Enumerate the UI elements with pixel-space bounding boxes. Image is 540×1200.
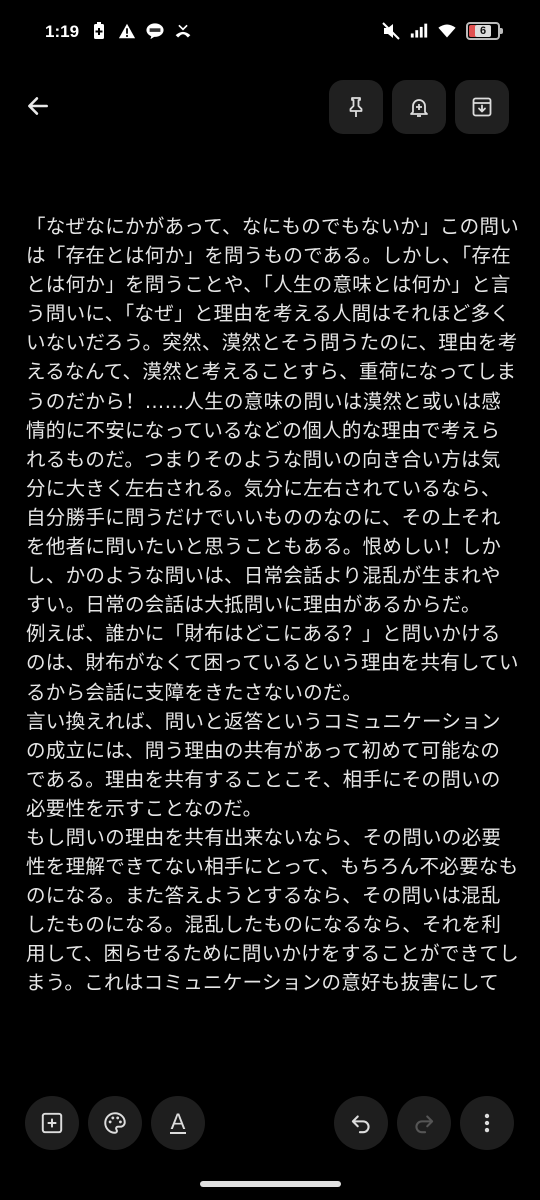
reminder-bell-icon xyxy=(410,99,428,117)
undo-icon xyxy=(351,1115,370,1134)
pin-icon xyxy=(349,97,363,117)
home-gesture-bar[interactable] xyxy=(200,1181,341,1187)
note-body-text[interactable]: 「なぜなにかがあって、なにものでもないか」この問いは「存在とは何か」を問うもので… xyxy=(26,212,520,998)
battery-icon: 6 xyxy=(466,22,503,40)
add-box-icon xyxy=(41,1112,63,1134)
system-icons: 6 xyxy=(382,22,503,40)
wifi-icon xyxy=(438,22,456,40)
text-format-icon: A xyxy=(169,1109,187,1134)
redo-button[interactable] xyxy=(397,1096,451,1150)
missed-call-icon xyxy=(174,22,192,40)
add-content-button[interactable] xyxy=(25,1096,79,1150)
archive-icon xyxy=(472,97,492,117)
warning-icon xyxy=(118,22,136,40)
text-format-button[interactable]: A xyxy=(151,1096,205,1150)
mute-icon xyxy=(382,22,400,40)
redo-icon xyxy=(415,1115,434,1134)
scroll-fade xyxy=(0,1040,540,1090)
battery-level: 6 xyxy=(474,25,492,37)
status-bar: 1:19 6 xyxy=(0,0,540,66)
archive-button[interactable] xyxy=(455,80,509,134)
battery-saver-icon xyxy=(90,22,108,40)
more-options-button[interactable] xyxy=(460,1096,514,1150)
note-body-editor[interactable]: 「なぜなにかがあって、なにものでもないか」この問いは「存在とは何か」を問うもので… xyxy=(26,212,520,1074)
back-arrow-icon xyxy=(28,97,48,115)
more-vert-icon xyxy=(484,1113,490,1133)
reminder-button[interactable] xyxy=(392,80,446,134)
status-time: 1:19 xyxy=(45,22,80,41)
notification-icons xyxy=(90,22,192,40)
cellular-signal-icon xyxy=(410,22,428,40)
line-app-icon xyxy=(146,22,164,40)
undo-button[interactable] xyxy=(334,1096,388,1150)
bottom-toolbar: A xyxy=(0,1092,540,1156)
top-app-bar xyxy=(0,78,540,138)
background-options-button[interactable] xyxy=(88,1096,142,1150)
pin-button[interactable] xyxy=(329,80,383,134)
back-button[interactable] xyxy=(18,86,58,126)
palette-icon xyxy=(104,1112,126,1134)
